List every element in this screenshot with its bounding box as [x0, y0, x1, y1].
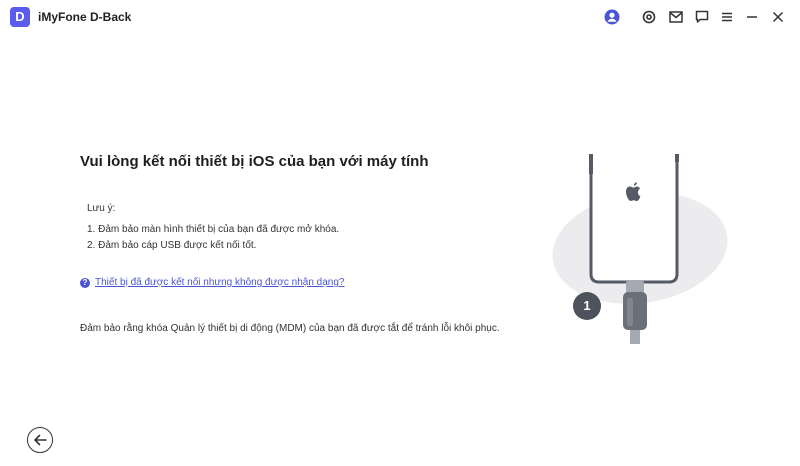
feedback-icon[interactable] [693, 8, 711, 26]
minimize-icon[interactable] [743, 8, 761, 26]
mail-icon[interactable] [667, 8, 685, 26]
menu-icon[interactable] [718, 8, 736, 26]
usb-plug-tip [626, 281, 644, 293]
device-not-recognized-link[interactable]: Thiết bị đã được kết nối nhưng không đượ… [95, 277, 344, 288]
usb-connector [623, 292, 647, 330]
note-item: 2. Đảm bảo cáp USB được kết nối tốt. [87, 240, 257, 251]
title-bar: D iMyFone D-Back [0, 0, 800, 34]
settings-icon[interactable] [640, 8, 658, 26]
step-number: 1 [583, 298, 591, 313]
connect-device-illustration: 1 [545, 150, 735, 350]
app-logo-icon: D [10, 7, 30, 27]
app-title: iMyFone D-Back [38, 10, 132, 24]
note-title: Lưu ý: [87, 203, 116, 214]
arrow-left-icon [34, 434, 47, 446]
phone-outline [589, 156, 679, 284]
mdm-note: Đảm bảo rằng khóa Quản lý thiết bị di độ… [80, 323, 500, 334]
user-icon[interactable] [603, 8, 621, 26]
close-icon[interactable] [769, 8, 787, 26]
usb-cable [630, 330, 640, 344]
page-title: Vui lòng kết nối thiết bị iOS của bạn vớ… [80, 153, 429, 170]
help-row: ? Thiết bị đã được kết nối nhưng không đ… [80, 277, 344, 288]
help-icon: ? [80, 277, 90, 288]
back-button[interactable] [27, 427, 53, 453]
note-item: 1. Đảm bảo màn hình thiết bị của bạn đã … [87, 224, 340, 235]
